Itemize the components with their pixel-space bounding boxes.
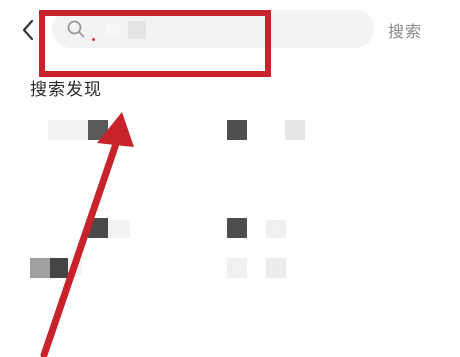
top-bar: 搜索: [0, 0, 460, 62]
list-item: [68, 260, 82, 276]
list-item[interactable]: [30, 258, 50, 278]
text-cursor: [92, 38, 95, 41]
list-item[interactable]: [227, 258, 247, 278]
list-item[interactable]: [88, 218, 108, 238]
list-item: [108, 220, 130, 238]
list-item: [266, 220, 286, 238]
search-icon: [67, 20, 85, 38]
list-item: [88, 120, 108, 140]
list-item[interactable]: [48, 120, 88, 140]
annotation-arrow: [40, 134, 122, 357]
search-input-text: [128, 21, 146, 39]
search-input[interactable]: [52, 10, 374, 48]
search-input-text: [106, 24, 120, 36]
chevron-left-icon[interactable]: [18, 17, 40, 43]
list-item[interactable]: [227, 120, 247, 140]
list-item: [266, 258, 286, 278]
list-item: [285, 120, 305, 140]
section-title: 搜索发现: [30, 80, 102, 100]
list-item: [50, 258, 68, 278]
search-button[interactable]: 搜索: [388, 18, 422, 42]
list-item[interactable]: [227, 218, 247, 238]
